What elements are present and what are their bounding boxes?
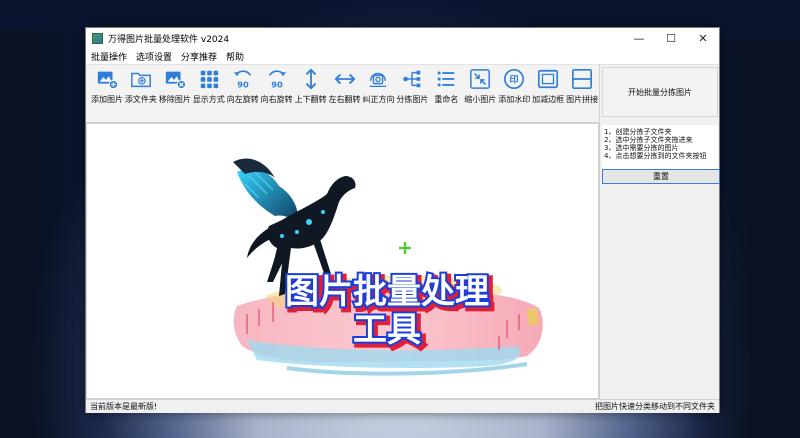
shrink-image-button[interactable]: 缩小图片 [463,68,497,105]
sort-images-label: 分拣图片 [396,95,429,104]
instruction-step-3: 3、选中需要分拣的图片 [604,144,679,152]
tree-silhouette-left [0,30,90,438]
menu-help[interactable]: 帮助 [226,50,244,63]
shrink-image-label: 缩小图片 [464,95,497,104]
sort-images-button[interactable]: 分拣图片 [395,68,429,105]
svg-text:90: 90 [237,79,249,89]
add-image-button[interactable]: 添加图片 [90,68,124,105]
menu-options[interactable]: 选项设置 [136,50,172,63]
svg-text:图片批量处理: 图片批量处理 [285,272,489,312]
rename-icon [438,71,455,87]
start-batch-sort-button[interactable]: 开始批量分拣图片 [602,67,718,117]
remove-image-button[interactable]: 移除图片 [158,68,192,105]
correct-orientation-button[interactable]: 纠正方向 [362,68,396,105]
add-folder-button[interactable]: 添文件夹 [124,68,158,105]
correct-orientation-icon [370,72,387,87]
rotate-left-icon: 90 [233,70,251,89]
stitch-images-button[interactable]: 图片拼接 [565,68,599,105]
app-window: 万得图片批量处理软件 v2024 — ☐ ✕ 批量操作 选项设置 分享推荐 帮助… [85,27,720,413]
watermark-label: 添加水印 [498,95,531,104]
image-canvas[interactable]: 图片批量处理 图片批量处理 工具 工具 [86,123,599,399]
shrink-image-icon [470,69,491,89]
instruction-step-1: 1、创建分拣子文件夹 [604,128,672,136]
sort-images-icon [403,70,421,88]
rotate-right-label: 向右旋转 [260,95,293,104]
border-label: 加减边框 [532,95,565,104]
app-icon [92,33,103,44]
minimize-button[interactable]: — [623,28,655,49]
flip-horizontal-icon [334,73,355,85]
add-image-label: 添加图片 [90,95,123,104]
menu-batch-ops[interactable]: 批量操作 [91,50,127,63]
display-mode-button[interactable]: 显示方式 [192,68,226,105]
rotate-left-button[interactable]: 90 向左旋转 [226,68,260,105]
instruction-step-4: 4、点击想要分拣到的文件夹按钮 [604,152,707,160]
add-image-icon [97,71,118,90]
close-button[interactable]: ✕ [687,28,719,49]
instruction-step-2: 2、选中分拣子文件夹拖进来 [604,136,693,144]
title-bar[interactable]: 万得图片批量处理软件 v2024 — ☐ ✕ [86,28,719,49]
correct-orientation-label: 纠正方向 [362,95,395,104]
svg-text:印: 印 [510,74,519,86]
rotate-right-icon: 90 [268,70,286,89]
menu-share[interactable]: 分享推荐 [181,50,217,63]
add-folder-icon [131,72,151,88]
maximize-button[interactable]: ☐ [655,28,687,49]
watermark-button[interactable]: 印 添加水印 [497,68,531,105]
cursor-crosshair [399,242,411,254]
rename-button[interactable]: 重命名 [429,68,463,105]
stitch-images-label: 图片拼接 [566,95,599,104]
flip-vertical-label: 上下翻转 [294,95,327,104]
display-mode-label: 显示方式 [192,95,225,104]
remove-image-icon [165,71,186,90]
svg-text:工具: 工具 [353,310,421,350]
rename-label: 重命名 [434,95,459,104]
grid-view-icon [200,70,218,89]
flip-vertical-icon [305,68,316,90]
sort-instructions: 1、创建分拣子文件夹 2、选中分拣子文件夹拖进来 3、选中需要分拣的图片 4、点… [602,125,718,169]
status-version: 当前版本是最新版! [90,402,158,411]
preview-artwork: 图片批量处理 图片批量处理 工具 工具 [233,158,543,376]
rotate-left-label: 向左旋转 [226,95,259,104]
border-icon [538,69,559,89]
status-bar: 当前版本是最新版! 把图片快速分类移动到不同文件夹 [86,399,719,413]
flip-horizontal-button[interactable]: 左右翻转 [328,68,362,105]
window-controls: — ☐ ✕ [623,28,719,49]
rotate-right-button[interactable]: 90 向右旋转 [260,68,294,105]
add-folder-label: 添文件夹 [124,95,157,104]
stitch-images-icon [572,69,593,89]
menu-bar: 批量操作 选项设置 分享推荐 帮助 [86,49,719,65]
border-button[interactable]: 加减边框 [531,68,565,105]
sort-sidebar: 开始批量分拣图片 1、创建分拣子文件夹 2、选中分拣子文件夹拖进来 3、选中需要… [599,65,720,399]
toolbar: 添加图片 添文件夹 移除图片 显示方式 90 向左旋转 90 向右旋转 上下翻转… [86,65,599,123]
status-hint: 把图片快速分类移动到不同文件夹 [595,402,715,411]
watermark-icon: 印 [504,69,525,89]
svg-text:90: 90 [271,79,283,89]
flip-vertical-button[interactable]: 上下翻转 [294,68,328,105]
flip-horizontal-label: 左右翻转 [328,95,361,104]
reset-button[interactable]: 重置 [602,169,720,184]
remove-image-label: 移除图片 [158,95,191,104]
window-title: 万得图片批量处理软件 v2024 [108,35,230,45]
